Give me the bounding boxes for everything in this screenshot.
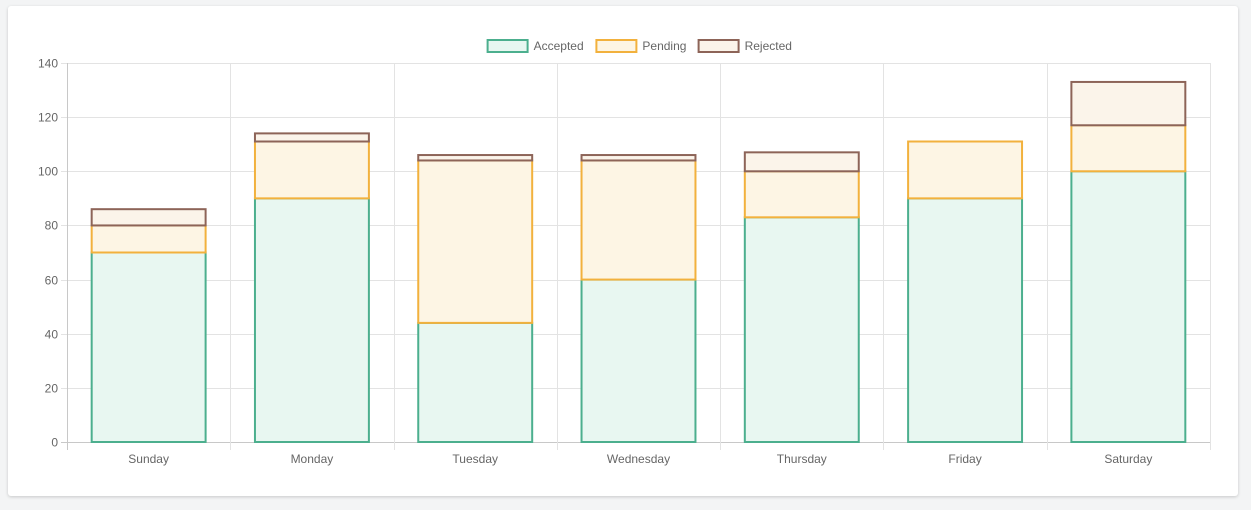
x-tick-label: Saturday [1104, 452, 1152, 466]
bar-accepted-saturday [1070, 170, 1187, 444]
legend-label-rejected: Rejected [745, 39, 792, 53]
bar-rejected-sunday [90, 208, 207, 227]
bar-rejected-tuesday [417, 154, 534, 162]
bar-pending-monday [253, 140, 370, 200]
bar-rejected-monday [253, 132, 370, 143]
bars [90, 80, 1187, 444]
bar-pending-friday [907, 140, 1024, 200]
x-tick-label: Tuesday [452, 452, 498, 466]
legend-label-pending: Pending [642, 39, 686, 53]
bar-pending-wednesday [580, 159, 697, 281]
bar-pending-sunday [90, 224, 207, 254]
legend-swatch-rejected [697, 39, 740, 53]
x-tick-label: Friday [948, 452, 981, 466]
legend: Accepted Pending Rejected [486, 39, 792, 53]
y-tick-label: 140 [38, 57, 58, 71]
bar-accepted-thursday [743, 216, 860, 443]
bar-rejected-saturday [1070, 80, 1187, 127]
x-tick-label: Monday [291, 452, 334, 466]
x-tick-label: Wednesday [607, 452, 670, 466]
bar-pending-thursday [743, 170, 860, 219]
legend-swatch-accepted [486, 39, 529, 53]
y-tick-label: 80 [45, 219, 59, 233]
x-tick-label: Thursday [777, 452, 827, 466]
y-tick-label: 60 [45, 274, 59, 288]
bar-rejected-thursday [743, 151, 860, 173]
bar-accepted-sunday [90, 251, 207, 443]
y-tick-label: 40 [45, 328, 59, 342]
bar-accepted-tuesday [417, 321, 534, 443]
y-tick-label: 120 [38, 111, 58, 125]
bar-accepted-monday [253, 197, 370, 443]
bar-pending-tuesday [417, 159, 534, 324]
y-tick-label: 0 [51, 436, 58, 450]
bar-pending-saturday [1070, 124, 1187, 173]
y-tick-label: 100 [38, 165, 58, 179]
y-tick-label: 20 [45, 382, 59, 396]
bar-rejected-wednesday [580, 154, 697, 162]
stacked-bar-chart: 0 20 40 60 80 100 120 140 Sunday Monday Tuesday Wed… [38, 39, 1211, 466]
bar-accepted-friday [907, 197, 1024, 443]
legend-swatch-pending [595, 39, 638, 53]
x-tick-label: Sunday [128, 452, 169, 466]
bar-accepted-wednesday [580, 278, 697, 444]
legend-label-accepted: Accepted [534, 39, 584, 53]
